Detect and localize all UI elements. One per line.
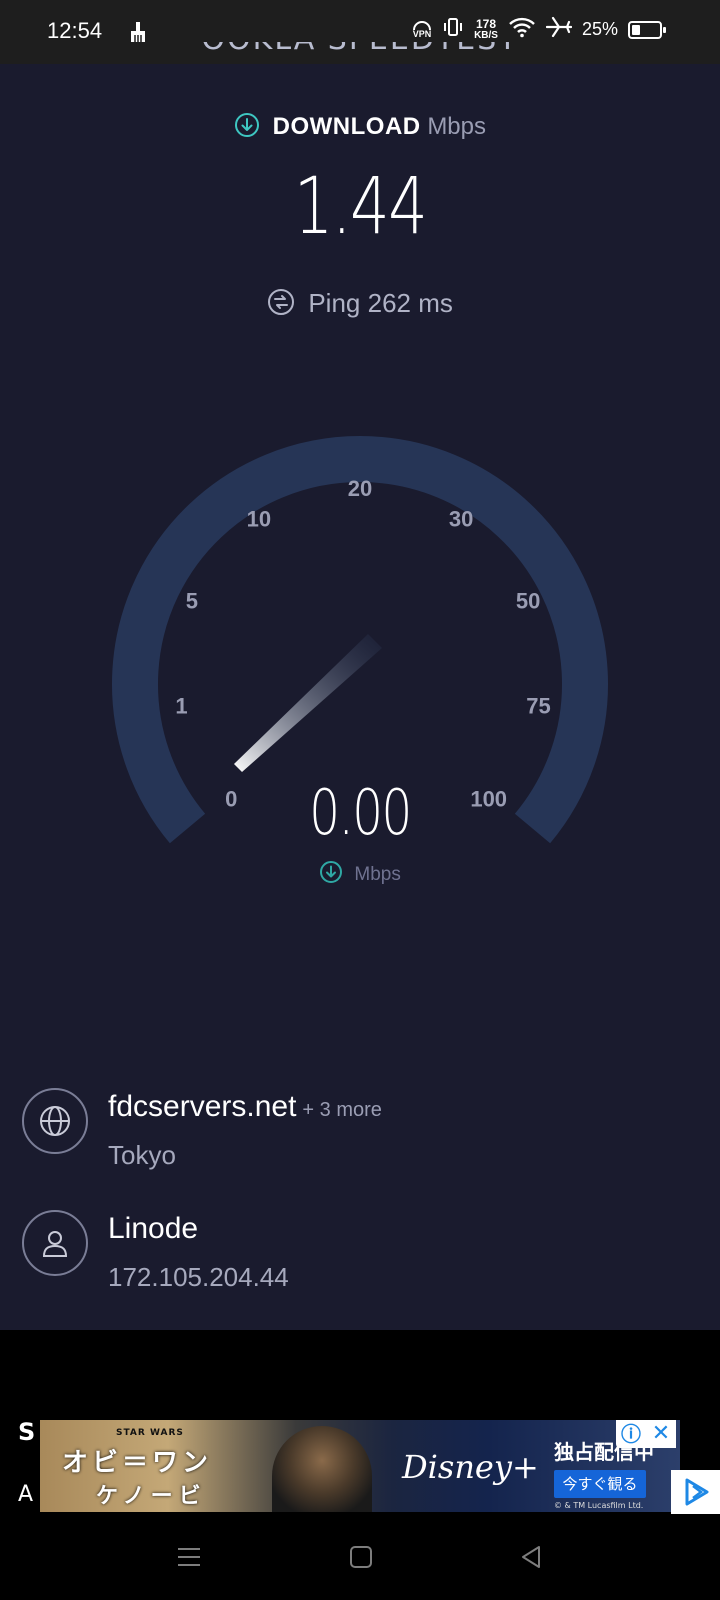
download-arrow-icon: [234, 112, 260, 145]
server-more-link[interactable]: + 3 more: [302, 1099, 381, 1121]
gauge-tick-30: 30: [449, 507, 473, 532]
ad-banner[interactable]: STAR WARS オビ＝ワン ケノービ Disney+ 独占配信中 今すぐ観る…: [40, 1420, 680, 1512]
user-icon: [22, 1210, 88, 1276]
ad-star-wars-logo: STAR WARS: [116, 1428, 184, 1438]
gauge-needle: [234, 634, 382, 772]
battery-text: 25%: [581, 19, 618, 39]
vpn-icon: VPN: [412, 20, 432, 39]
back-icon[interactable]: [518, 1544, 544, 1574]
net-speed: 178 KB/S: [474, 16, 498, 41]
ad-info-icon[interactable]: ⓘ: [616, 1420, 646, 1448]
ad-title-line2: ケノービ: [96, 1484, 207, 1509]
gauge-tick-75: 75: [526, 694, 550, 719]
ping-text: Ping 262 ms: [308, 288, 453, 318]
server-host-line: fdcservers.net + 3 more: [108, 1090, 382, 1124]
vibrate-icon: [442, 16, 464, 43]
peek-heading: S: [18, 1418, 36, 1446]
broom-icon: [126, 20, 150, 44]
download-unit: Mbps: [427, 113, 486, 140]
ad-title-line1: オビ＝ワン: [62, 1448, 213, 1478]
gauge-unit: Mbps: [354, 864, 401, 885]
server-host: fdcservers.net: [108, 1090, 297, 1123]
adchoices-icon[interactable]: [671, 1470, 720, 1514]
gauge-tick-5: 5: [186, 588, 198, 613]
system-nav-bar: [0, 1516, 720, 1600]
ad-close-icon[interactable]: ✕: [646, 1420, 676, 1448]
ad-character-image: [272, 1426, 372, 1512]
ad-brand: Disney+: [402, 1448, 539, 1486]
ad-watch-button[interactable]: 今すぐ観る: [554, 1470, 646, 1498]
gauge-tick-1: 1: [175, 694, 187, 719]
home-icon[interactable]: [348, 1544, 374, 1574]
app-title-partial: OOKLA SPEEDTEST: [0, 42, 720, 66]
download-value: 1.44: [293, 162, 428, 252]
ping-row: Ping 262 ms: [0, 288, 720, 323]
server-location: Tokyo: [108, 1140, 176, 1170]
download-label: DOWNLOAD: [272, 113, 421, 140]
battery-icon: [628, 20, 666, 39]
download-header: DOWNLOAD Mbps: [0, 112, 720, 145]
status-time: 12:54: [47, 18, 103, 43]
download-arrow-small-icon: [319, 860, 343, 890]
globe-icon: [22, 1088, 88, 1154]
gauge-tick-50: 50: [516, 588, 540, 613]
provider-ip: 172.105.204.44: [108, 1262, 289, 1292]
gauge-unit-row: Mbps: [0, 860, 720, 890]
peek-text: A: [18, 1482, 34, 1507]
provider-name: Linode: [108, 1212, 199, 1245]
gauge-tick-20: 20: [348, 476, 372, 501]
ping-icon: [267, 288, 295, 323]
gauge-tick-10: 10: [247, 507, 271, 532]
wifi-icon: [508, 16, 536, 43]
gauge-current-value: 0.00: [309, 776, 412, 849]
ad-copyright: © & TM Lucasfilm Ltd.: [554, 1501, 644, 1510]
menu-icon[interactable]: [176, 1544, 202, 1574]
airplane-icon: [545, 16, 573, 43]
